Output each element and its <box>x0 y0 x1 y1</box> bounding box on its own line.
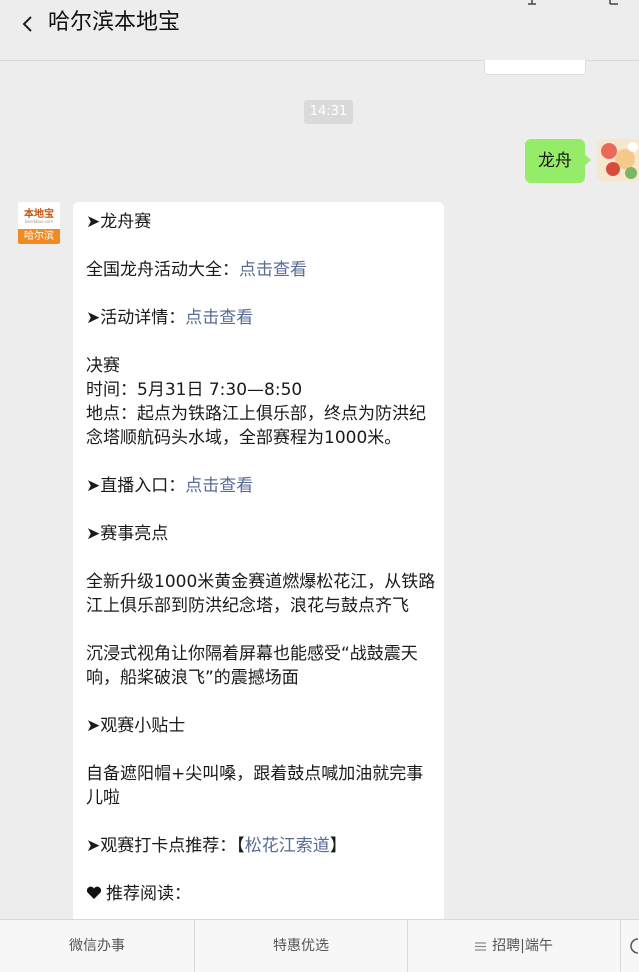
detail-link[interactable]: 点击查看 <box>185 308 253 328</box>
sender-city-label: 哈尔滨 <box>18 229 60 244</box>
my-message-bubble[interactable]: 龙舟 <box>525 139 591 183</box>
tab-wechat-services[interactable]: 微信办事 <box>0 920 194 972</box>
sender-avatar[interactable]: 本地宝 bendibao.com 哈尔滨 <box>18 202 60 244</box>
sender-logo-sub: bendibao.com <box>24 219 54 224</box>
sender-logo-text: 本地宝 <box>24 209 54 220</box>
spot-line: ➤观赛打卡点推荐：【松花江索道】 <box>86 834 436 858</box>
my-avatar[interactable] <box>597 139 639 181</box>
more-icon[interactable] <box>608 0 620 6</box>
sender-avatar-top: 本地宝 bendibao.com <box>18 202 60 228</box>
final-block: 决赛 时间：5月31日 7:30—8:50 地点：起点为铁路江上俱乐部，终点为防… <box>86 354 436 450</box>
spot-label: ➤观赛打卡点推荐：【 <box>86 836 245 856</box>
chat-header: 哈尔滨本地宝 <box>0 0 639 61</box>
article-message-bubble[interactable]: ➤龙舟赛 全国龙舟活动大全：点击查看 ➤活动详情：点击查看 决赛 时间：5月31… <box>73 202 444 962</box>
tab-special-offers[interactable]: 特惠优选 <box>195 920 407 972</box>
bottom-menu-bar: 微信办事 特惠优选 招聘|端午 <box>0 919 639 972</box>
all-activities-line: 全国龙舟活动大全：点击查看 <box>86 258 436 282</box>
spot-link[interactable]: 松花江索道 <box>245 836 330 856</box>
final-place: 地点：起点为铁路江上俱乐部，终点为防洪纪念塔顺航码头水域，全部赛程为1000米。 <box>86 404 426 448</box>
all-activities-link[interactable]: 点击查看 <box>239 260 307 280</box>
recommend-line: 推荐阅读： <box>86 882 436 906</box>
tab-jobs-festival[interactable]: 招聘|端午 <box>408 920 620 972</box>
highlight-2: 沉浸式视角让你隔着屏幕也能感受“战鼓震天响，船桨破浪飞”的震撼场面 <box>86 644 418 688</box>
live-label: ➤直播入口： <box>86 476 186 496</box>
spot-end: 】 <box>329 836 347 856</box>
highlight-1: 全新升级1000米黄金赛道燃爆松花江，从铁路江上俱乐部到防洪纪念塔，浪花与鼓点齐… <box>86 572 436 616</box>
person-icon[interactable] <box>526 0 538 6</box>
keyboard-toggle-icon[interactable] <box>628 938 639 954</box>
tab-divider <box>620 920 621 972</box>
tab-jobs-festival-label: 招聘|端午 <box>492 938 553 954</box>
my-avatar-image <box>597 139 639 181</box>
menu-list-icon <box>475 941 487 951</box>
tips-title: ➤观赛小贴士 <box>86 716 186 736</box>
live-line: ➤直播入口：点击查看 <box>86 474 436 498</box>
back-arrow-icon[interactable] <box>16 12 40 36</box>
tips-text: 自备遮阳帽+尖叫嗓，跟着鼓点喊加油就完事儿啦 <box>86 764 424 808</box>
heart-icon <box>86 886 102 899</box>
final-time: 时间：5月31日 7:30—8:50 <box>86 380 303 400</box>
detail-label: ➤活动详情： <box>86 308 186 328</box>
section-dragon-boat: ➤龙舟赛 <box>86 212 152 232</box>
live-link[interactable]: 点击查看 <box>185 476 253 496</box>
final-title: 决赛 <box>86 356 120 376</box>
highlights-title: ➤赛事亮点 <box>86 524 169 544</box>
message-body: ➤龙舟赛 全国龙舟活动大全：点击查看 ➤活动详情：点击查看 决赛 时间：5月31… <box>86 210 436 930</box>
recommend-label: 推荐阅读： <box>106 884 191 904</box>
all-activities-label: 全国龙舟活动大全： <box>86 260 239 280</box>
message-timestamp: 14:31 <box>304 100 353 124</box>
chat-title: 哈尔滨本地宝 <box>48 10 181 35</box>
previous-message-card[interactable] <box>484 60 586 75</box>
detail-line: ➤活动详情：点击查看 <box>86 306 436 330</box>
